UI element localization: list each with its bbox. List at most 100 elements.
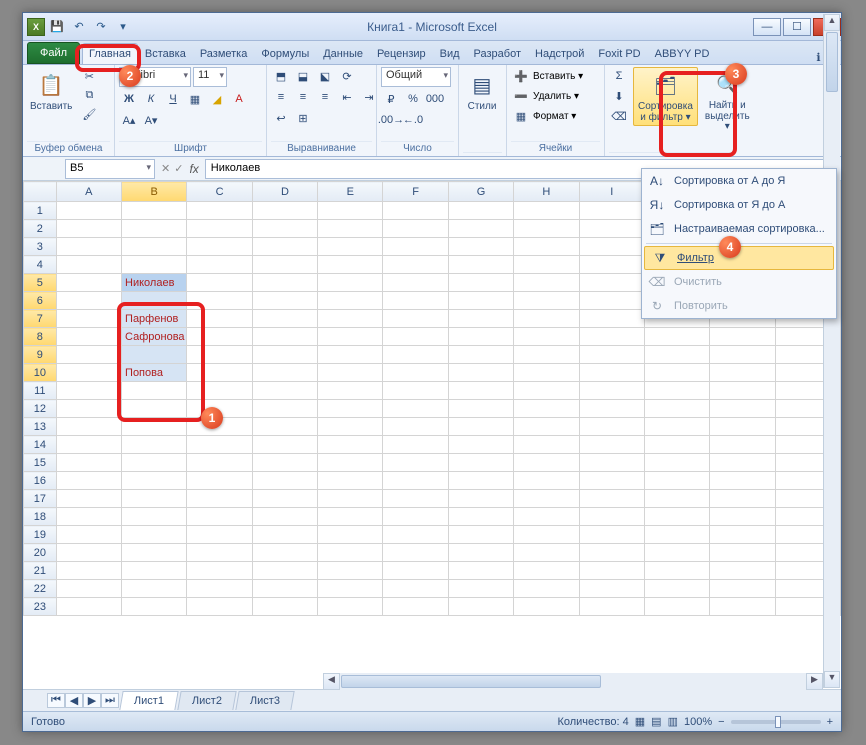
indent-increase-button[interactable]: ⇥ (359, 88, 379, 106)
cell-K11[interactable] (710, 382, 775, 400)
qat-redo-button[interactable]: ↷ (91, 17, 111, 37)
comma-button[interactable]: 000 (425, 90, 445, 108)
cell-B10[interactable]: Попова (122, 364, 187, 382)
cell-F21[interactable] (383, 562, 448, 580)
tab-pagelayout[interactable]: Разметка (193, 43, 255, 64)
cell-H16[interactable] (514, 472, 579, 490)
sort-filter-button[interactable]: 🗂 Сортировка и фильтр ▾ (633, 67, 698, 126)
row-header-1[interactable]: 1 (24, 202, 57, 220)
cell-E17[interactable] (318, 490, 383, 508)
tab-home[interactable]: Главная (82, 43, 138, 64)
cell-A17[interactable] (56, 490, 121, 508)
cell-E6[interactable] (318, 292, 383, 310)
cell-F14[interactable] (383, 436, 448, 454)
row-header-19[interactable]: 19 (24, 526, 57, 544)
align-bottom-button[interactable]: ⬕ (315, 67, 335, 85)
cell-E19[interactable] (318, 526, 383, 544)
cell-K20[interactable] (710, 544, 775, 562)
cell-J11[interactable] (644, 382, 709, 400)
menu-sort-az[interactable]: A↓Сортировка от А до Я (642, 169, 836, 193)
cell-G22[interactable] (448, 580, 513, 598)
row-header-3[interactable]: 3 (24, 238, 57, 256)
cell-B11[interactable] (122, 382, 187, 400)
col-header-F[interactable]: F (383, 182, 448, 202)
cell-B22[interactable] (122, 580, 187, 598)
cell-G6[interactable] (448, 292, 513, 310)
cell-E23[interactable] (318, 598, 383, 616)
cell-B23[interactable] (122, 598, 187, 616)
cell-I17[interactable] (579, 490, 644, 508)
cell-A13[interactable] (56, 418, 121, 436)
row-header-22[interactable]: 22 (24, 580, 57, 598)
fill-color-button[interactable]: ◢ (207, 90, 227, 108)
cell-E22[interactable] (318, 580, 383, 598)
view-layout-button[interactable]: ▤ (651, 715, 661, 728)
cell-C17[interactable] (187, 490, 252, 508)
row-header-7[interactable]: 7 (24, 310, 57, 328)
qat-undo-button[interactable]: ↶ (69, 17, 89, 37)
cell-H9[interactable] (514, 346, 579, 364)
cell-D21[interactable] (252, 562, 317, 580)
cell-D9[interactable] (252, 346, 317, 364)
cell-F23[interactable] (383, 598, 448, 616)
cell-A23[interactable] (56, 598, 121, 616)
font-color-button[interactable]: A (229, 90, 249, 108)
cell-A1[interactable] (56, 202, 121, 220)
cell-E7[interactable] (318, 310, 383, 328)
cell-G21[interactable] (448, 562, 513, 580)
cell-D17[interactable] (252, 490, 317, 508)
cell-I18[interactable] (579, 508, 644, 526)
row-header-18[interactable]: 18 (24, 508, 57, 526)
cell-G2[interactable] (448, 220, 513, 238)
scroll-up-button[interactable]: ▲ (824, 14, 840, 31)
cell-A3[interactable] (56, 238, 121, 256)
cell-F8[interactable] (383, 328, 448, 346)
cell-H2[interactable] (514, 220, 579, 238)
cell-B8[interactable]: Сафронова (122, 328, 187, 346)
cell-A21[interactable] (56, 562, 121, 580)
bold-button[interactable]: Ж (119, 90, 139, 108)
cell-J12[interactable] (644, 400, 709, 418)
row-header-17[interactable]: 17 (24, 490, 57, 508)
cell-E3[interactable] (318, 238, 383, 256)
cell-E5[interactable] (318, 274, 383, 292)
zoom-in-button[interactable]: + (827, 716, 833, 728)
cell-I15[interactable] (579, 454, 644, 472)
tab-data[interactable]: Данные (316, 43, 370, 64)
cell-A11[interactable] (56, 382, 121, 400)
cell-B7[interactable]: Парфенов (122, 310, 187, 328)
cell-A20[interactable] (56, 544, 121, 562)
cell-J23[interactable] (644, 598, 709, 616)
cell-C3[interactable] (187, 238, 252, 256)
cell-B15[interactable] (122, 454, 187, 472)
cell-B20[interactable] (122, 544, 187, 562)
row-header-15[interactable]: 15 (24, 454, 57, 472)
increase-decimal-button[interactable]: .00→ (381, 111, 401, 129)
cell-G8[interactable] (448, 328, 513, 346)
cell-E14[interactable] (318, 436, 383, 454)
cell-F19[interactable] (383, 526, 448, 544)
menu-sort-custom[interactable]: 🗂Настраиваемая сортировка... (642, 217, 836, 241)
cell-F17[interactable] (383, 490, 448, 508)
cell-H18[interactable] (514, 508, 579, 526)
cell-C20[interactable] (187, 544, 252, 562)
cell-E1[interactable] (318, 202, 383, 220)
cell-K18[interactable] (710, 508, 775, 526)
cell-J16[interactable] (644, 472, 709, 490)
cell-H12[interactable] (514, 400, 579, 418)
tab-insert[interactable]: Вставка (138, 43, 193, 64)
cut-button[interactable]: ✂ (79, 67, 99, 85)
cell-G1[interactable] (448, 202, 513, 220)
cell-J22[interactable] (644, 580, 709, 598)
cell-B12[interactable] (122, 400, 187, 418)
cell-H20[interactable] (514, 544, 579, 562)
row-header-16[interactable]: 16 (24, 472, 57, 490)
cell-I13[interactable] (579, 418, 644, 436)
cell-I19[interactable] (579, 526, 644, 544)
cells-delete-button[interactable]: ➖Удалить ▾ (511, 87, 579, 105)
borders-button[interactable]: ▦ (185, 90, 205, 108)
col-header-E[interactable]: E (318, 182, 383, 202)
cell-I3[interactable] (579, 238, 644, 256)
cell-A15[interactable] (56, 454, 121, 472)
orientation-button[interactable]: ⟳ (337, 67, 357, 85)
